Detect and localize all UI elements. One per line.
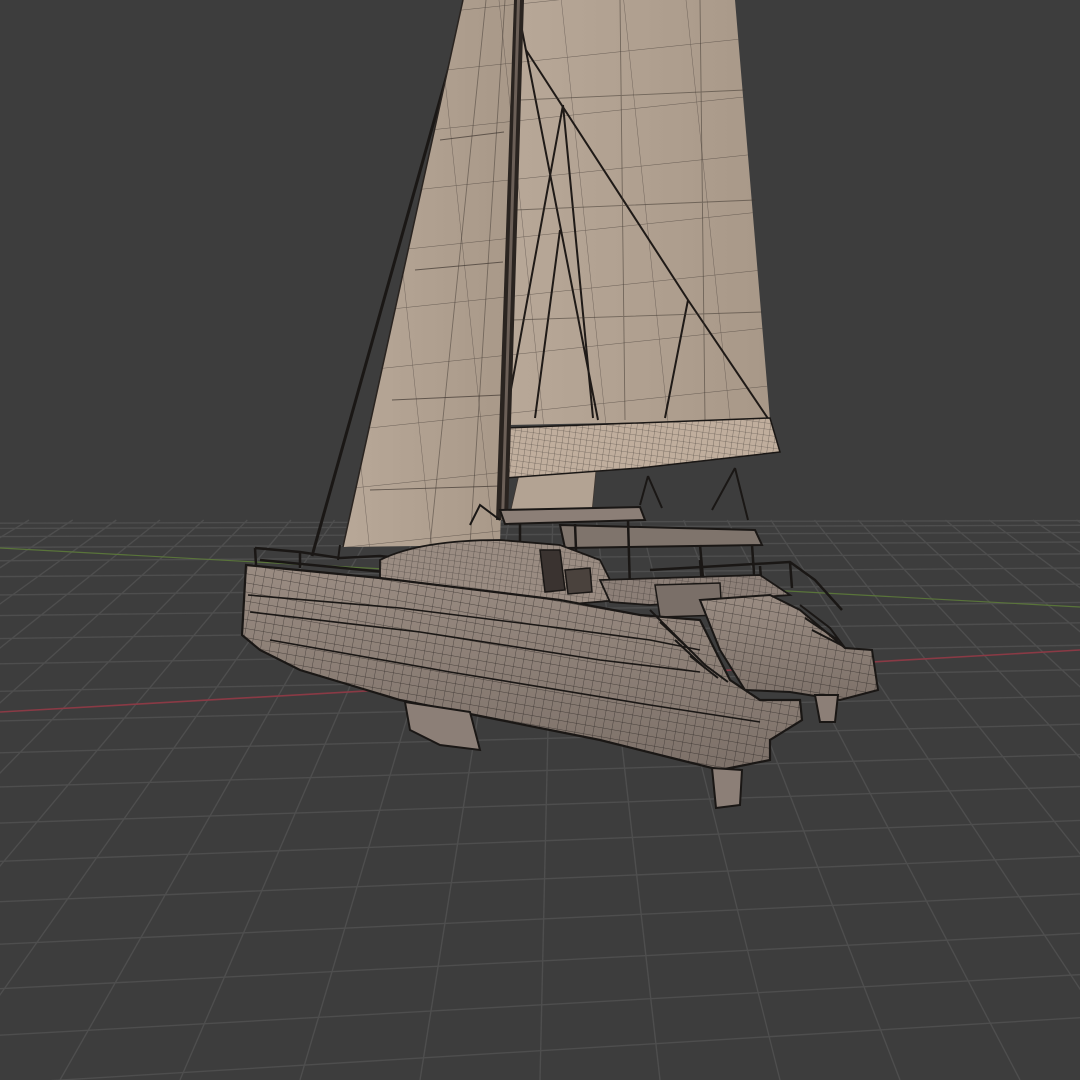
near-rudder (710, 766, 744, 810)
grid-line (0, 855, 1080, 903)
grid-line (0, 932, 1080, 990)
grid-line (1075, 519, 1080, 524)
grid-line (0, 753, 1080, 788)
catamaran-model[interactable] (240, 0, 880, 810)
grid-line (0, 519, 161, 649)
grid-line (0, 519, 117, 605)
grid-line (0, 819, 1080, 863)
grid-line (1032, 519, 1080, 553)
grid-line (0, 519, 248, 775)
grid-line (0, 524, 1080, 530)
grid-line (0, 519, 74, 569)
grid-line (0, 519, 30, 539)
jib-sail (342, 0, 515, 548)
grid-line (0, 519, 205, 704)
3d-viewport[interactable] (0, 0, 1080, 1080)
boom (504, 417, 781, 479)
mainsheet-lines (639, 467, 749, 521)
grid-line (0, 973, 1080, 1036)
grid-line (0, 785, 1080, 824)
main-sail (507, 0, 770, 426)
